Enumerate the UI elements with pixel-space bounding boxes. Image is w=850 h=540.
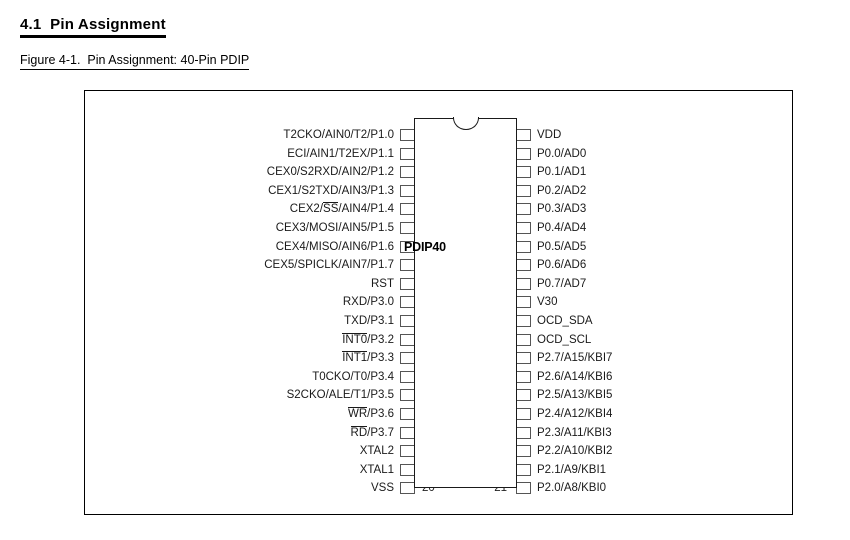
chip-body: [414, 117, 517, 488]
pin-lead: [400, 370, 415, 383]
pin-lead: [516, 408, 531, 420]
pin-lead: [400, 482, 415, 495]
pin-lead: [400, 408, 415, 420]
active-low-overline: WR: [347, 407, 368, 420]
pin-label: P0.0/AD0: [537, 147, 587, 160]
pin-lead: [400, 166, 415, 179]
pin-label: P0.1/AD1: [537, 166, 587, 179]
chip-package-label: PDIP40: [404, 239, 446, 254]
pin-label: P2.6/A14/KBI6: [537, 370, 613, 383]
pin-label: CEX0/S2RXD/AIN2/P1.2: [266, 166, 394, 179]
pin-label: CEX1/S2TXD/AIN3/P1.3: [268, 184, 394, 197]
pin-lead: [400, 184, 415, 197]
pin-label: P2.5/A13/KBI5: [537, 389, 613, 402]
active-low-overline: SS: [323, 202, 339, 216]
pin-lead: [400, 147, 415, 160]
pin-label: P0.7/AD7: [537, 277, 587, 290]
pin-lead: [516, 222, 531, 234]
pin-lead: [516, 277, 531, 290]
pin-label: S2CKO/ALE/T1/P3.5: [286, 389, 394, 402]
pin-lead: [516, 333, 531, 346]
pin-lead: [516, 389, 531, 402]
pin-lead: [516, 315, 531, 327]
pin-lead: [400, 352, 415, 365]
pin-lead: [516, 426, 531, 439]
pin-lead: [516, 370, 531, 383]
pin-lead: [516, 259, 531, 272]
pin-lead: [400, 315, 415, 327]
pin-label: XTAL2: [359, 445, 394, 458]
pin-label: P2.2/A10/KBI2: [537, 445, 613, 458]
pin-lead: [516, 352, 531, 365]
pin-lead: [516, 482, 531, 495]
pin-lead: [400, 445, 415, 458]
pin-label: CEX2/SS/AIN4/P1.4: [289, 202, 394, 216]
pin-label: VSS: [370, 482, 394, 495]
pin-label: INT1/P3.3: [342, 351, 394, 365]
chip-notch-icon: [452, 117, 479, 131]
figure-caption: Figure 4-1. Pin Assignment: 40-Pin PDIP: [20, 53, 250, 70]
pin-label: RXD/P3.0: [342, 296, 394, 309]
pin-lead: [516, 463, 531, 476]
pin-label: P2.7/A15/KBI7: [537, 352, 613, 365]
pin-lead: [516, 166, 531, 179]
pin-lead: [516, 147, 531, 160]
pin-lead: [400, 426, 415, 439]
pin-label: P2.0/A8/KBI0: [537, 482, 607, 495]
pin-label: P2.3/A11/KBI3: [537, 426, 612, 439]
pin-label: OCD_SDA: [537, 315, 593, 327]
pin-lead: [400, 277, 415, 290]
pin-label: RST: [371, 277, 394, 290]
pin-lead: [400, 203, 415, 216]
pin-lead: [516, 203, 531, 216]
pin-label: RD/P3.7: [350, 425, 394, 439]
pin-lead: [400, 129, 415, 141]
pin-label: WR/P3.6: [347, 407, 394, 420]
pin-label: T0CKO/T0/P3.4: [312, 370, 394, 383]
pin-label: P0.2/AD2: [537, 184, 587, 197]
pin-lead: [516, 296, 531, 309]
section-heading: 4.1 Pin Assignment: [20, 16, 166, 38]
pin-lead: [400, 463, 415, 476]
pin-label: XTAL1: [359, 463, 394, 476]
pin-lead: [400, 259, 415, 272]
pin-lead: [516, 184, 531, 197]
pin-lead: [400, 296, 415, 309]
pin-label: CEX3/MOSI/AIN5/P1.5: [275, 222, 394, 234]
active-low-overline: INT0: [342, 332, 368, 346]
pin-label: INT0/P3.2: [342, 332, 394, 346]
pin-lead: [400, 222, 415, 234]
pin-label: TXD/P3.1: [344, 315, 394, 327]
pin-lead: [516, 445, 531, 458]
active-low-overline: INT1: [342, 351, 368, 365]
pin-lead: [400, 389, 415, 402]
pin-label: T2CKO/AIN0/T2/P1.0: [283, 129, 394, 141]
pin-label: ECI/AIN1/T2EX/P1.1: [287, 147, 394, 160]
active-low-overline: RD: [350, 425, 368, 439]
pin-label: P0.3/AD3: [537, 203, 587, 216]
pin-label: CEX5/SPICLK/AIN7/P1.7: [264, 259, 394, 272]
pin-label: OCD_SCL: [537, 333, 592, 346]
pin-label: V30: [537, 296, 558, 309]
pin-label: VDD: [537, 129, 562, 141]
pin-lead: [400, 333, 415, 346]
pin-label: P2.1/A9/KBI1: [537, 463, 607, 476]
pin-label: P0.6/AD6: [537, 259, 587, 272]
pin-label: P2.4/A12/KBI4: [537, 408, 613, 420]
pin-lead: [516, 129, 531, 141]
pin-assignment-diagram: PDIP40 T2CKO/AIN0/T2/P1.0140VDDECI/AIN1/…: [0, 0, 850, 540]
pin-label: P0.4/AD4: [537, 222, 587, 234]
